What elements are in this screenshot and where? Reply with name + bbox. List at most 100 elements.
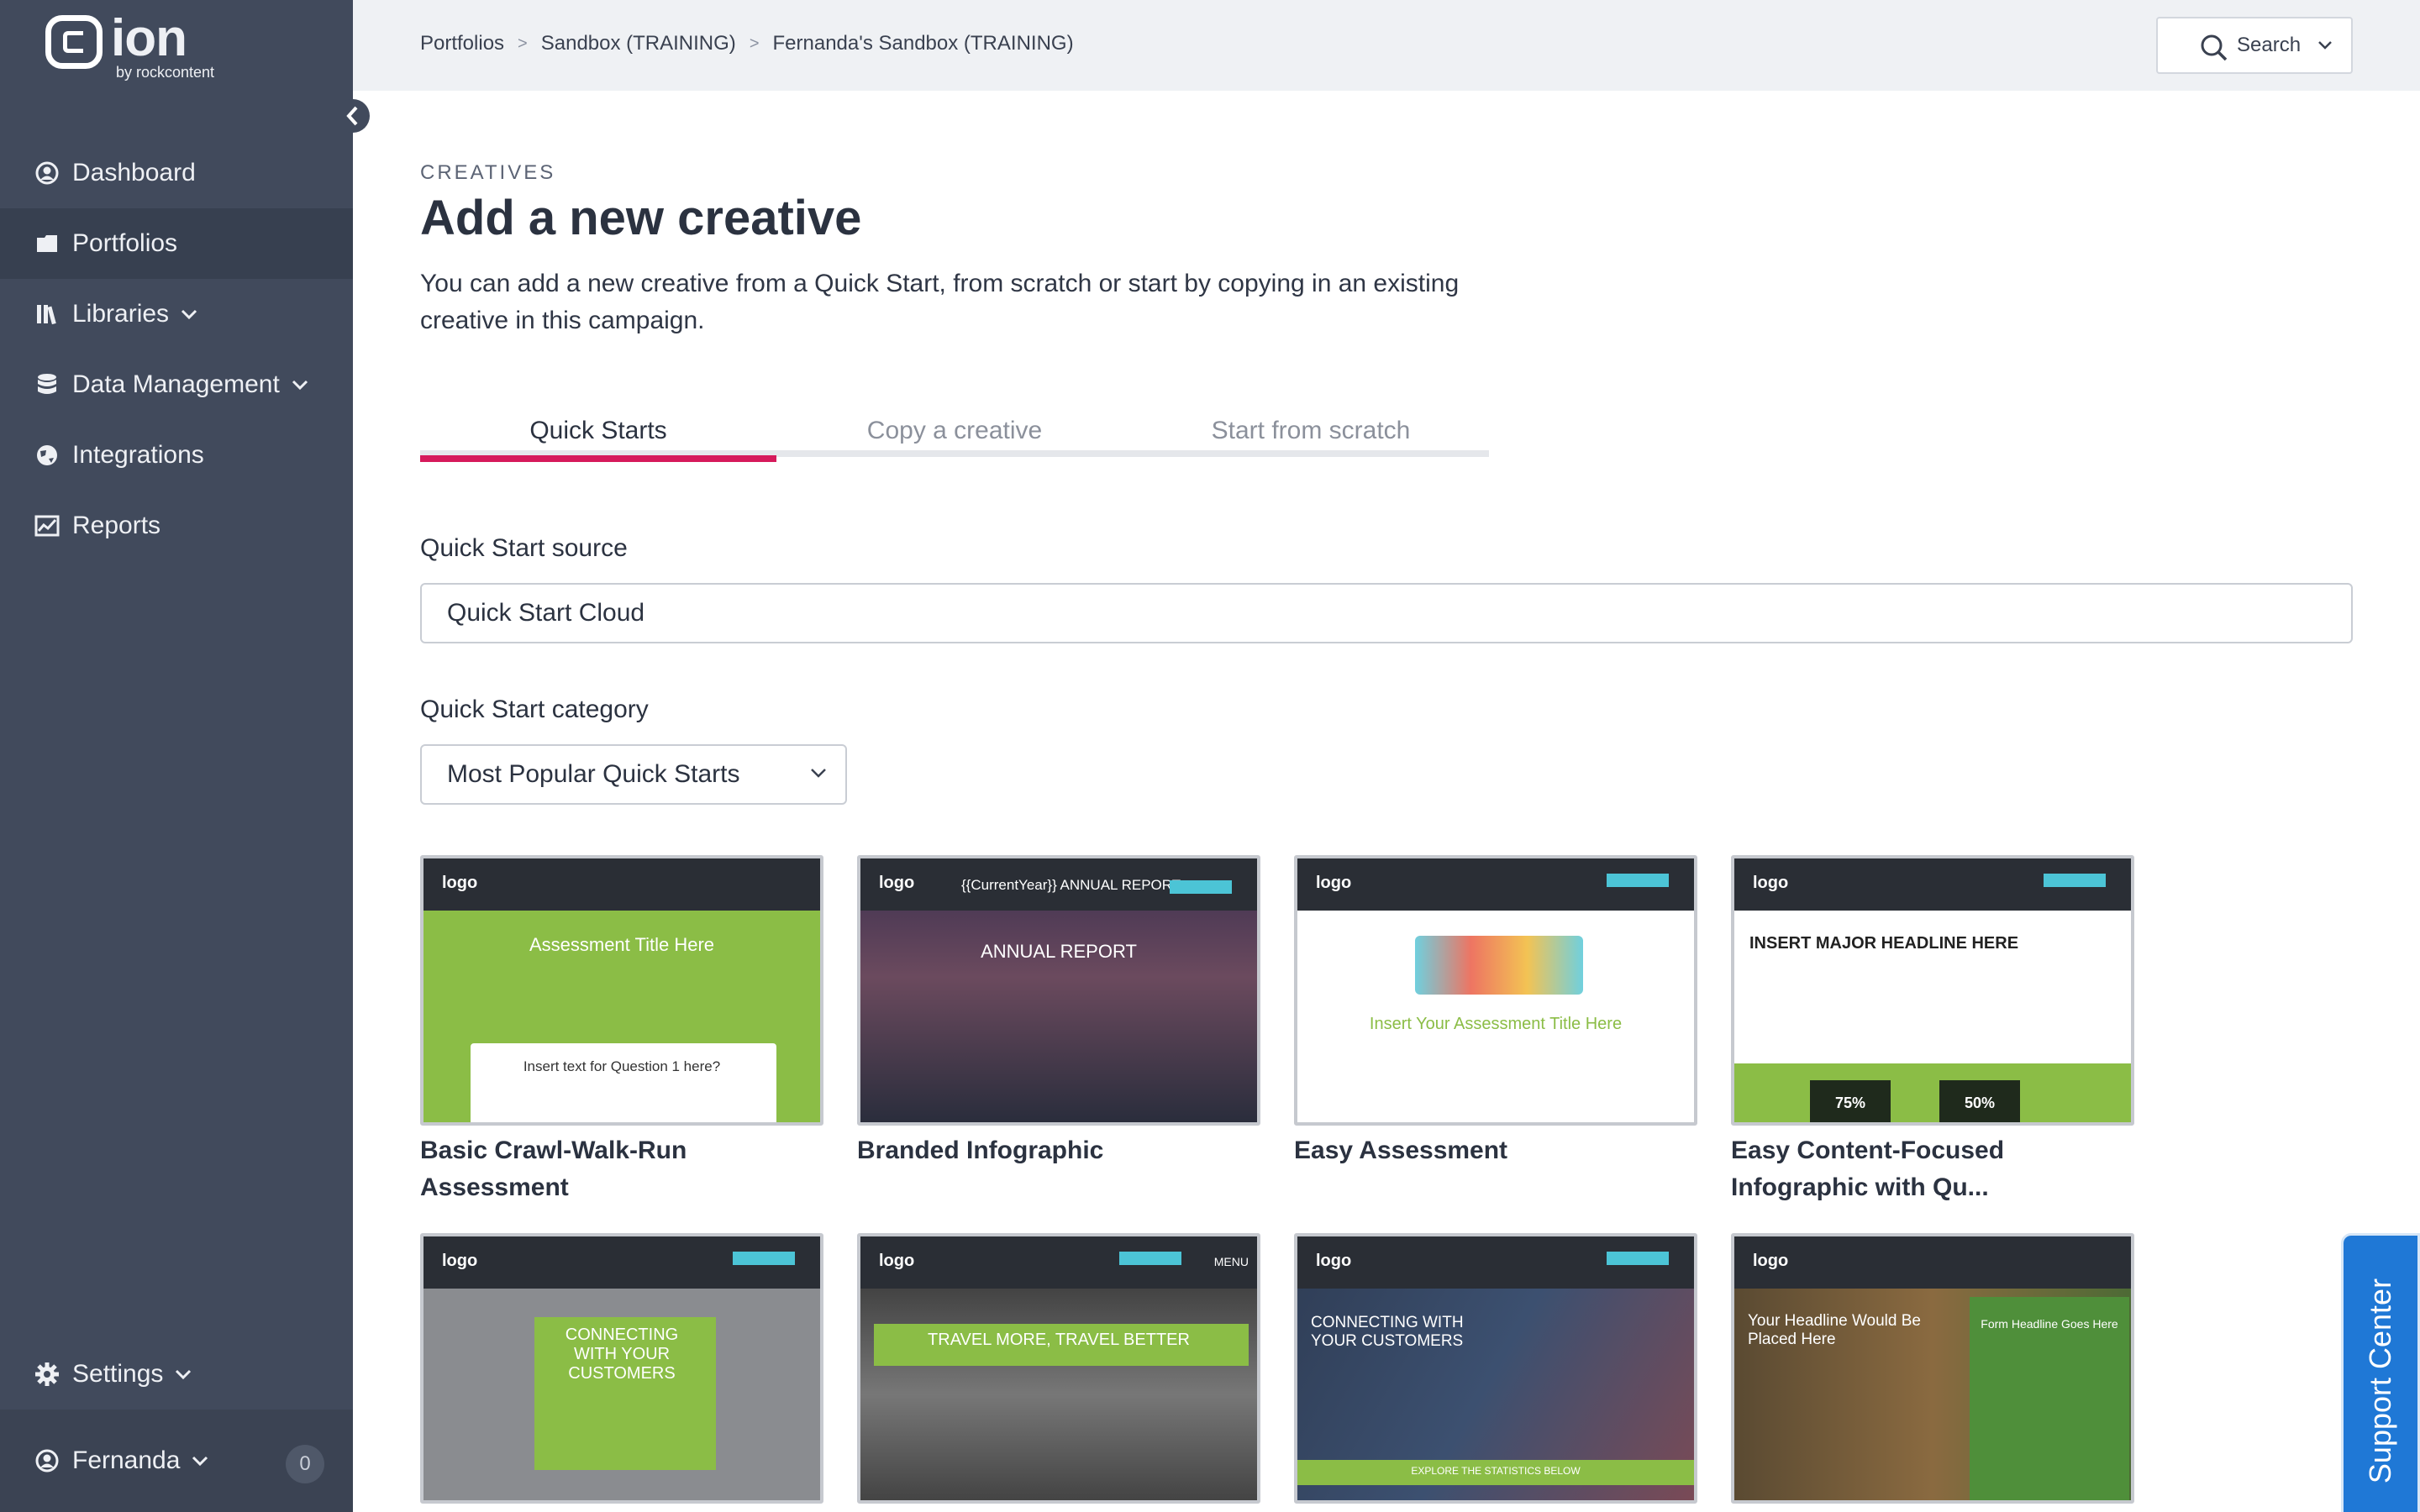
chevron-left-icon	[346, 106, 358, 126]
breadcrumb-item[interactable]: Portfolios	[420, 32, 504, 55]
thumb-logo: logo	[442, 874, 478, 892]
tab-start-from-scratch[interactable]: Start from scratch	[1133, 405, 1489, 457]
user-circle-icon	[34, 160, 60, 186]
thumb-stat: 50%	[1939, 1080, 2020, 1122]
card-thumbnail[interactable]: logo MENU TRAVEL MORE, TRAVEL BETTER	[857, 1233, 1260, 1504]
card-thumbnail[interactable]: logo Assessment Title Here Insert text f…	[420, 855, 823, 1126]
quick-start-card[interactable]: logo CONNECTING WITH YOUR CUSTOMERS EXPL…	[1294, 1233, 1697, 1510]
card-title[interactable]: Easy Content-Focused Infographic with Qu…	[1731, 1132, 2134, 1206]
thumb-text: CONNECTING WITH YOUR CUSTOMERS	[565, 1326, 679, 1383]
card-title[interactable]: Easy Assessment	[1294, 1132, 1697, 1169]
chevron-down-icon	[175, 1369, 192, 1379]
breadcrumb-separator: >	[749, 34, 760, 53]
active-tab-indicator	[420, 455, 776, 462]
folder-icon	[34, 230, 60, 257]
breadcrumb-separator: >	[518, 34, 528, 53]
user-menu[interactable]: Fernanda 0	[0, 1410, 353, 1512]
thumb-text: TRAVEL MORE, TRAVEL BETTER	[928, 1331, 1190, 1349]
thumb-stat: 75%	[1810, 1080, 1891, 1122]
thumb-text: Assessment Title Here	[529, 934, 715, 955]
card-title[interactable]: Basic Crawl-Walk-Run Assessment	[420, 1132, 823, 1206]
sidebar-item-label: Integrations	[72, 441, 204, 469]
search-button[interactable]: Search	[2156, 17, 2353, 74]
sidebar: ion by rockcontent Dashboard Portfolios …	[0, 0, 353, 1512]
sidebar-nav: Dashboard Portfolios Libraries Data Mana…	[0, 138, 353, 561]
tab-quick-starts[interactable]: Quick Starts	[420, 405, 776, 457]
thumb-sub: EXPLORE THE STATISTICS BELOW	[1411, 1465, 1581, 1477]
sidebar-item-settings[interactable]: Settings	[0, 1339, 353, 1410]
collapse-sidebar-button[interactable]	[336, 99, 370, 133]
thumb-logo: logo	[879, 1252, 915, 1270]
tab-copy-creative[interactable]: Copy a creative	[776, 405, 1133, 457]
breadcrumb: Portfolios > Sandbox (TRAINING) > Fernan…	[420, 32, 1074, 55]
quick-start-category-select[interactable]: Most Popular Quick Starts	[420, 744, 847, 805]
card-thumbnail[interactable]: logo CONNECTING WITH YOUR CUSTOMERS EXPL…	[1294, 1233, 1697, 1504]
quick-start-card[interactable]: logo Assessment Title Here Insert text f…	[420, 855, 823, 1206]
sidebar-item-label: Portfolios	[72, 229, 178, 257]
card-title[interactable]: Branded Infographic	[857, 1132, 1260, 1169]
sidebar-item-label: Dashboard	[72, 159, 196, 186]
card-thumbnail[interactable]: logo Your Headline Would Be Placed Here …	[1731, 1233, 2134, 1504]
database-icon	[34, 371, 60, 398]
sidebar-item-portfolios[interactable]: Portfolios	[0, 208, 353, 279]
user-name: Fernanda	[72, 1446, 181, 1474]
chevron-down-icon	[181, 309, 197, 319]
search-icon	[2201, 34, 2228, 61]
sidebar-item-label: Reports	[72, 512, 161, 539]
thumb-sub: Form Headline Goes Here	[1981, 1317, 2118, 1331]
page-description: You can add a new creative from a Quick …	[420, 270, 1460, 334]
card-thumbnail[interactable]: logo CONNECTING WITH YOUR CUSTOMERS	[420, 1233, 823, 1504]
quick-start-card[interactable]: logo CONNECTING WITH YOUR CUSTOMERS	[420, 1233, 823, 1510]
quick-start-card[interactable]: logo Insert Your Assessment Title Here E…	[1294, 855, 1697, 1169]
support-center-label: Support Center	[2363, 1278, 2397, 1484]
sidebar-item-dashboard[interactable]: Dashboard	[0, 138, 353, 208]
thumb-sub: ANNUAL REPORT	[981, 941, 1137, 962]
thumb-logo: logo	[1316, 1252, 1352, 1270]
sidebar-item-data-management[interactable]: Data Management	[0, 349, 353, 420]
thumb-logo: logo	[1316, 874, 1352, 892]
gear-icon	[34, 1361, 60, 1388]
globe-icon	[34, 442, 60, 469]
thumb-text: {{CurrentYear}} ANNUAL REPORT	[961, 877, 1181, 893]
quick-start-card[interactable]: logo INSERT MAJOR HEADLINE HERE 75% 50% …	[1731, 855, 2134, 1206]
quick-start-card[interactable]: logo Your Headline Would Be Placed Here …	[1731, 1233, 2134, 1510]
chart-icon	[34, 512, 60, 539]
thumb-logo: logo	[1753, 874, 1789, 892]
page-title: Add a new creative	[420, 191, 862, 245]
notification-badge[interactable]: 0	[286, 1445, 324, 1483]
thumb-sub: Insert text for Question 1 here?	[523, 1058, 721, 1074]
thumb-text: Insert Your Assessment Title Here	[1369, 1015, 1623, 1033]
sidebar-item-label: Data Management	[72, 370, 280, 398]
breadcrumb-item[interactable]: Fernanda's Sandbox (TRAINING)	[773, 32, 1074, 55]
category-selected-value: Most Popular Quick Starts	[447, 760, 740, 788]
thumb-text: Your Headline Would Be Placed Here	[1748, 1312, 1921, 1348]
brand-logo[interactable]: ion by rockcontent	[45, 12, 214, 81]
thumb-logo: logo	[442, 1252, 478, 1270]
card-thumbnail[interactable]: logo Insert Your Assessment Title Here	[1294, 855, 1697, 1126]
chevron-down-icon	[192, 1456, 208, 1466]
brand-name: ion	[111, 9, 187, 67]
chevron-down-icon	[811, 769, 826, 778]
thumb-text: INSERT MAJOR HEADLINE HERE	[1749, 934, 2019, 953]
thumb-menu: MENU	[1213, 1255, 1249, 1268]
library-icon	[34, 301, 60, 328]
card-thumbnail[interactable]: logo INSERT MAJOR HEADLINE HERE 75% 50%	[1731, 855, 2134, 1126]
sidebar-item-label: Libraries	[72, 300, 170, 328]
chevron-down-icon	[292, 380, 308, 390]
support-center-button[interactable]: Support Center	[2341, 1233, 2420, 1512]
breadcrumb-item[interactable]: Sandbox (TRAINING)	[541, 32, 736, 55]
user-circle-icon	[34, 1447, 60, 1474]
source-label: Quick Start source	[420, 534, 628, 562]
card-thumbnail[interactable]: logo {{CurrentYear}} ANNUAL REPORT ANNUA…	[857, 855, 1260, 1126]
sidebar-item-libraries[interactable]: Libraries	[0, 279, 353, 349]
thumb-logo: logo	[879, 874, 915, 892]
sidebar-item-reports[interactable]: Reports	[0, 491, 353, 561]
quick-start-card[interactable]: logo MENU TRAVEL MORE, TRAVEL BETTER	[857, 1233, 1260, 1510]
sidebar-item-integrations[interactable]: Integrations	[0, 420, 353, 491]
brand-sub: by rockcontent	[116, 64, 215, 81]
quick-start-card[interactable]: logo {{CurrentYear}} ANNUAL REPORT ANNUA…	[857, 855, 1260, 1169]
thumb-logo: logo	[1753, 1252, 1789, 1270]
quick-start-source-input[interactable]: Quick Start Cloud	[420, 583, 2353, 643]
top-bar: Portfolios > Sandbox (TRAINING) > Fernan…	[353, 0, 2420, 91]
search-label: Search	[2237, 34, 2302, 56]
